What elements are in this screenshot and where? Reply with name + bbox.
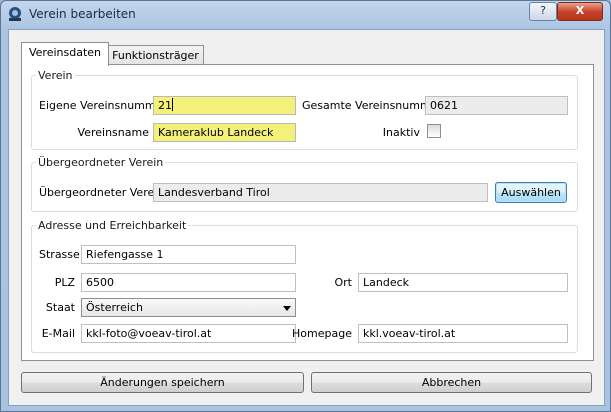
group-uebergeordneter-verein: Übergeordneter Verein Übergeordneter Ver… <box>31 156 578 212</box>
gesamte-vereinsnummer-field: 0621 <box>425 96 568 115</box>
dialog-client-area: Vereinsdaten Funktionsträger Verein Eige… <box>8 29 605 406</box>
strasse-label: Strasse <box>39 248 80 261</box>
eigene-vereinsnummer-label: Eigene Vereinsnummer <box>39 99 167 112</box>
staat-label: Staat <box>45 301 75 314</box>
cancel-button[interactable]: Abbrechen <box>311 372 592 393</box>
gesamte-vereinsnummer-label: Gesamte Vereinsnummer <box>302 99 442 112</box>
tab-funktionstraeger[interactable]: Funktionsträger <box>107 45 204 66</box>
group-verein-title: Verein <box>36 69 75 82</box>
staat-selected-value: Österreich <box>86 301 143 314</box>
dialog-window: Verein bearbeiten ? X Vereinsdaten Funkt… <box>0 0 611 412</box>
title-bar[interactable]: Verein bearbeiten ? X <box>1 1 610 27</box>
homepage-label: Homepage <box>292 327 352 340</box>
window-title: Verein bearbeiten <box>29 7 136 21</box>
ort-input[interactable]: Landeck <box>358 273 568 292</box>
vereinsname-input[interactable]: Kameraklub Landeck <box>153 123 296 142</box>
chevron-down-icon <box>283 306 291 311</box>
group-verein: Verein Eigene Vereinsnummer 21 Gesamte V… <box>31 69 578 150</box>
help-button[interactable]: ? <box>529 2 557 21</box>
save-button[interactable]: Änderungen speichern <box>21 372 304 393</box>
strasse-input[interactable]: Riefengasse 1 <box>81 245 296 264</box>
inaktiv-checkbox[interactable] <box>427 124 441 138</box>
tab-panel-vereinsdaten: Verein Eigene Vereinsnummer 21 Gesamte V… <box>21 64 594 361</box>
group-adresse-title: Adresse und Erreichbarkeit <box>36 219 189 232</box>
plz-label: PLZ <box>54 276 75 289</box>
close-button[interactable]: X <box>557 2 603 21</box>
homepage-input[interactable]: kkl.voeav-tirol.at <box>358 324 568 343</box>
inaktiv-label: Inaktiv <box>382 126 420 139</box>
tab-vereinsdaten[interactable]: Vereinsdaten <box>21 42 109 66</box>
group-uebergeordnet-title: Übergeordneter Verein <box>36 156 166 169</box>
plz-input[interactable]: 6500 <box>81 273 296 292</box>
ort-label: Ort <box>334 276 353 289</box>
uebergeordneter-verein-label: Übergeordneter Verein <box>39 186 165 199</box>
app-logo-icon <box>9 7 21 21</box>
auswaehlen-button[interactable]: Auswählen <box>495 182 567 203</box>
uebergeordneter-verein-field: Landesverband Tirol <box>153 183 488 202</box>
eigene-vereinsnummer-input[interactable]: 21 <box>153 96 296 115</box>
email-input[interactable]: kkl-foto@voeav-tirol.at <box>81 324 296 343</box>
email-label: E-Mail <box>41 327 75 340</box>
staat-select[interactable]: Österreich <box>81 298 296 317</box>
group-adresse: Adresse und Erreichbarkeit Strasse Riefe… <box>31 219 578 353</box>
vereinsname-label: Vereinsname <box>77 126 149 139</box>
